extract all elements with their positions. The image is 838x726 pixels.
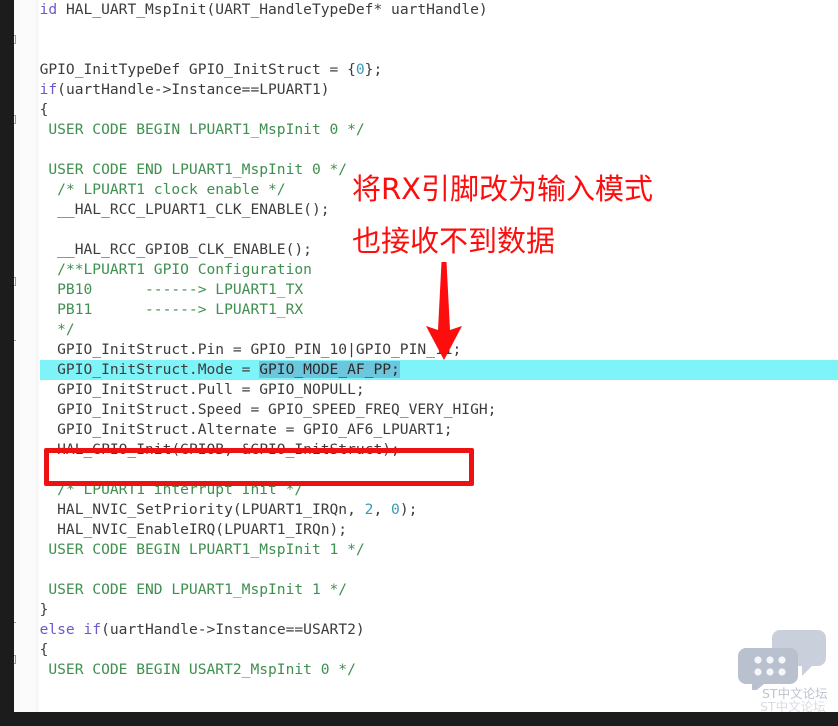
code-line[interactable]: __HAL_RCC_GPIOB_CLK_ENABLE(); bbox=[0, 240, 312, 260]
code-line[interactable]: /**LPUART1 GPIO Configuration bbox=[0, 260, 312, 280]
code-token: __HAL_RCC_GPIOB_CLK_ENABLE(); bbox=[22, 241, 312, 258]
code-token: /* USER CODE END LPUART1_MspInit 1 */ bbox=[22, 581, 348, 598]
code-token: /* USER CODE BEGIN LPUART1_MspInit 0 */ bbox=[22, 121, 365, 138]
code-token: _AF_PP; bbox=[338, 361, 400, 378]
window-left-frame bbox=[0, 0, 14, 712]
window-bottom-frame bbox=[0, 712, 838, 726]
code-token: /* USER CODE BEGIN LPUART1_MspInit 1 */ bbox=[22, 541, 365, 558]
code-line[interactable]: HAL_NVIC_EnableIRQ(LPUART1_IRQn); bbox=[0, 520, 347, 540]
code-token: GPIO_InitStruct.Pull = GPIO_NOPULL; bbox=[22, 381, 365, 398]
code-token: , bbox=[373, 501, 392, 518]
code-line-current[interactable]: GPIO_InitStruct.Mode = GPIO_MODE_AF_PP; bbox=[0, 360, 400, 380]
annotation-line-2: 也接收不到数据 bbox=[352, 224, 556, 258]
code-token: if bbox=[39, 81, 58, 98]
screenshot-root: void HAL_UART_MspInit(UART_HandleTypeDef… bbox=[0, 0, 838, 726]
code-line[interactable]: else if(uartHandle->Instance==USART2) bbox=[0, 620, 365, 640]
code-token: HAL_UART_MspInit(UART_HandleTypeDef* uar… bbox=[57, 1, 488, 18]
code-line[interactable]: GPIO_InitStruct.Alternate = GPIO_AF6_LPU… bbox=[0, 420, 453, 440]
watermark-label-shadow: ST中文论坛 bbox=[760, 699, 826, 712]
code-line[interactable]: GPIO_InitStruct.Speed = GPIO_SPEED_FREQ_… bbox=[0, 400, 496, 420]
code-token: HAL_NVIC_SetPriority(LPUART1_IRQn, bbox=[22, 501, 365, 518]
code-token: GPIO_InitTypeDef GPIO_InitStruct = { bbox=[22, 61, 356, 78]
code-token: /* LPUART1 clock enable */ bbox=[57, 181, 286, 198]
code-line[interactable]: GPIO_InitStruct.Pull = GPIO_NOPULL; bbox=[0, 380, 365, 400]
code-line[interactable]: PB11 ------> LPUART1_RX bbox=[0, 300, 303, 320]
code-token: /* USER CODE END LPUART1_MspInit 0 */ bbox=[22, 161, 348, 178]
code-line[interactable]: if(uartHandle->Instance==LPUART1) bbox=[0, 80, 330, 100]
folding-gutter[interactable] bbox=[14, 0, 37, 712]
code-token: (uartHandle->Instance==USART2) bbox=[101, 621, 365, 638]
code-token: else if bbox=[39, 621, 102, 638]
code-editor[interactable]: void HAL_UART_MspInit(UART_HandleTypeDef… bbox=[0, 0, 838, 712]
code-line[interactable]: /* USER CODE BEGIN LPUART1_MspInit 1 */ bbox=[0, 540, 365, 560]
code-line[interactable]: /* USER CODE END LPUART1_MspInit 1 */ bbox=[0, 580, 347, 600]
annotation-line-1: 将RX引脚改为输入模式 bbox=[352, 172, 654, 206]
code-line[interactable]: /* USER CODE BEGIN USART2_MspInit 0 */ bbox=[0, 660, 356, 680]
code-line[interactable]: __HAL_RCC_LPUART1_CLK_ENABLE(); bbox=[0, 200, 330, 220]
code-token: GPIO_InitStruct.Mode = bbox=[22, 361, 260, 378]
code-token: 0 bbox=[391, 501, 400, 518]
code-line[interactable]: GPIO_InitTypeDef GPIO_InitStruct = {0}; bbox=[0, 60, 383, 80]
gutter-edge bbox=[36, 0, 40, 712]
code-token: }; bbox=[364, 61, 383, 78]
code-token: 0 bbox=[355, 61, 365, 78]
code-token: /**LPUART1 GPIO Configuration bbox=[57, 261, 312, 278]
code-token: ); bbox=[399, 501, 418, 518]
code-token: /* USER CODE BEGIN USART2_MspInit 0 */ bbox=[22, 661, 356, 678]
code-token: PB10 ------> LPUART1_TX bbox=[22, 281, 304, 298]
code-token: (uartHandle->Instance==LPUART1) bbox=[57, 81, 330, 98]
code-token: GPIO_InitStruct.Alternate = GPIO_AF6_LPU… bbox=[22, 421, 453, 438]
annotation-red-box bbox=[44, 448, 474, 486]
code-token: GPIO_InitStruct.Speed = GPIO_SPEED_FREQ_… bbox=[22, 401, 497, 418]
code-line[interactable]: void HAL_UART_MspInit(UART_HandleTypeDef… bbox=[0, 0, 488, 20]
code-line[interactable]: /* USER CODE BEGIN LPUART1_MspInit 0 */ bbox=[0, 120, 365, 140]
code-token: __HAL_RCC_LPUART1_CLK_ENABLE(); bbox=[22, 201, 330, 218]
code-token: PB11 ------> LPUART1_RX bbox=[22, 301, 304, 318]
selected-text[interactable]: GPIO_MODE bbox=[259, 361, 339, 378]
code-token: GPIO_InitStruct.Pin = GPIO_PIN_10|GPIO_P… bbox=[22, 341, 462, 358]
watermark-chat-bubbles-icon bbox=[738, 628, 830, 694]
code-line[interactable]: GPIO_InitStruct.Pin = GPIO_PIN_10|GPIO_P… bbox=[0, 340, 461, 360]
code-text[interactable]: void HAL_UART_MspInit(UART_HandleTypeDef… bbox=[0, 0, 838, 712]
annotation-red-arrow-icon bbox=[420, 262, 468, 364]
code-line[interactable]: /* LPUART1 clock enable */ bbox=[0, 180, 286, 200]
code-line[interactable]: /* USER CODE END LPUART1_MspInit 0 */ bbox=[0, 160, 347, 180]
code-line[interactable]: HAL_NVIC_SetPriority(LPUART1_IRQn, 2, 0)… bbox=[0, 500, 417, 520]
code-line[interactable]: PB10 ------> LPUART1_TX bbox=[0, 280, 303, 300]
code-token: HAL_NVIC_EnableIRQ(LPUART1_IRQn); bbox=[22, 521, 348, 538]
